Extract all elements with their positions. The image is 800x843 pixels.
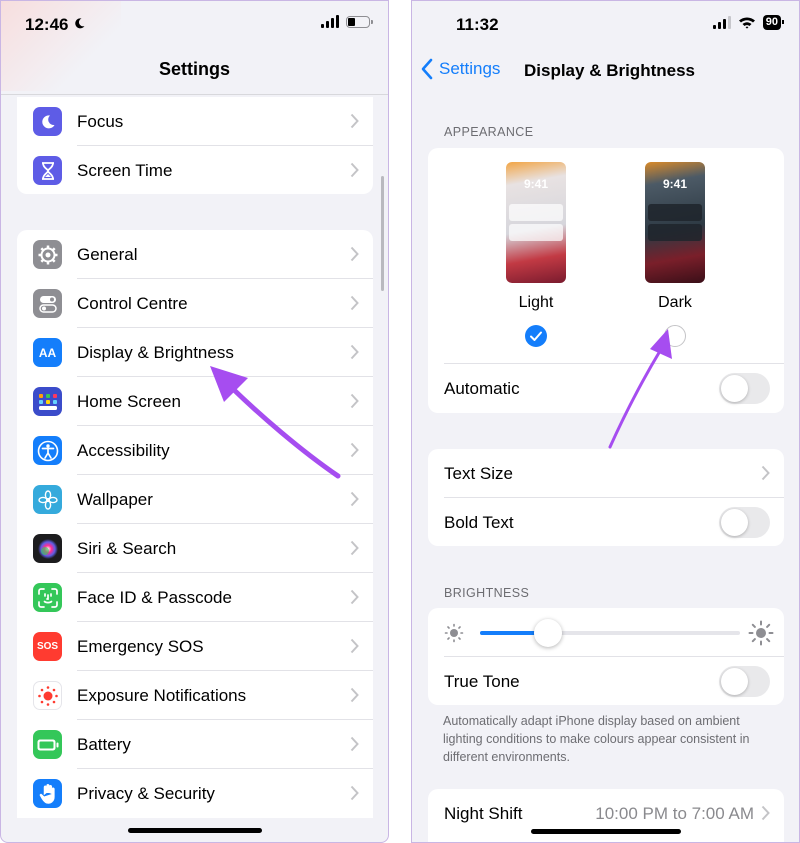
automatic-label: Automatic (444, 378, 520, 398)
chevron-left-icon (421, 58, 433, 80)
light-mode-radio[interactable] (525, 325, 547, 347)
dark-mode-preview[interactable]: 9:41 (645, 162, 705, 283)
settings-item-general[interactable]: General (17, 230, 373, 279)
dark-mode-label: Dark (658, 294, 692, 311)
text-size-row[interactable]: Text Size (428, 449, 784, 498)
accessibility-icon (33, 436, 62, 465)
settings-item-screen-time[interactable]: Screen Time (17, 146, 373, 194)
siri-icon (33, 534, 62, 563)
true-tone-toggle[interactable] (719, 666, 770, 697)
settings-item-battery[interactable]: Battery (17, 720, 373, 769)
true-tone-label: True Tone (444, 671, 520, 691)
chevron-right-icon (350, 113, 359, 129)
brightness-slider[interactable] (480, 619, 740, 647)
light-mode-preview[interactable]: 9:41 (506, 162, 566, 283)
chevron-right-icon (350, 736, 359, 752)
light-mode-label: Light (518, 294, 554, 311)
page-title: Display & Brightness (524, 61, 695, 80)
settings-item-face-id[interactable]: Face ID & Passcode (17, 573, 373, 622)
text-group: Text Size Bold Text (428, 449, 784, 546)
moon-icon (75, 18, 85, 29)
chevron-right-icon (350, 687, 359, 703)
page-title: Settings (158, 59, 230, 79)
chevron-right-icon (350, 162, 359, 178)
sun-small-icon (444, 623, 464, 643)
battery-icon (33, 730, 62, 759)
chevron-right-icon (350, 344, 359, 360)
chevron-right-icon (761, 805, 770, 821)
night-shift-label: Night Shift (444, 803, 523, 823)
automatic-toggle[interactable] (719, 373, 770, 404)
appearance-header: APPEARANCE (444, 125, 534, 139)
chevron-right-icon (761, 465, 770, 481)
checkmark-icon (530, 331, 542, 341)
sos-icon: SOS (33, 632, 62, 661)
settings-item-exposure[interactable]: Exposure Notifications (17, 671, 373, 720)
toggles-icon (33, 289, 62, 318)
display-brightness-screen: 11:32 90 Settings Display & Brightness A… (411, 0, 800, 843)
exposure-icon (33, 681, 62, 710)
status-time: 11:32 (456, 15, 499, 34)
chevron-right-icon (350, 491, 359, 507)
text-size-icon: AA (33, 338, 62, 367)
hand-icon (33, 779, 62, 808)
chevron-right-icon (350, 295, 359, 311)
battery-status-icon (346, 15, 373, 28)
brightness-group: True Tone (428, 608, 784, 705)
true-tone-row: True Tone (428, 657, 784, 706)
signal-icon (321, 15, 339, 28)
battery-status-icon: 90 (762, 15, 785, 30)
main-settings-group: General Control Centre AA Display & Brig… (17, 230, 373, 818)
back-button[interactable]: Settings (420, 58, 500, 80)
flower-icon (33, 485, 62, 514)
home-indicator (530, 829, 681, 834)
settings-item-privacy-security[interactable]: Privacy & Security (17, 769, 373, 818)
sun-large-icon (748, 620, 774, 646)
brightness-slider-thumb[interactable] (533, 619, 562, 647)
chevron-right-icon (350, 393, 359, 409)
status-bar: 11:32 90 (412, 1, 799, 49)
gear-icon (33, 240, 62, 269)
night-shift-group: Night Shift 10:00 PM to 7:00 AM (428, 789, 784, 842)
chevron-right-icon (350, 589, 359, 605)
settings-item-focus[interactable]: Focus (17, 97, 373, 146)
signal-icon (712, 16, 731, 29)
chevron-right-icon (350, 540, 359, 556)
night-shift-value: 10:00 PM to 7:00 AM (595, 803, 754, 823)
wifi-icon (738, 17, 755, 29)
app-grid-icon (33, 387, 62, 416)
status-bar: 12:46 (1, 1, 388, 49)
chevron-right-icon (350, 638, 359, 654)
home-indicator (127, 828, 262, 833)
focus-group: Focus Screen Time (17, 97, 373, 194)
bold-text-toggle[interactable] (719, 507, 770, 538)
status-time: 12:46 (25, 15, 69, 34)
annotation-arrow (210, 366, 341, 479)
back-label: Settings (439, 59, 501, 78)
hourglass-icon (33, 156, 62, 185)
chevron-right-icon (350, 785, 359, 801)
text-size-label: Text Size (444, 463, 513, 483)
true-tone-footer: Automatically adapt iPhone display based… (443, 714, 750, 764)
scrollbar[interactable] (381, 176, 384, 291)
bold-text-label: Bold Text (444, 512, 514, 532)
settings-item-siri-search[interactable]: Siri & Search (17, 524, 373, 573)
bold-text-row: Bold Text (428, 498, 784, 547)
chevron-right-icon (350, 246, 359, 262)
face-id-icon (33, 583, 62, 612)
settings-item-emergency-sos[interactable]: SOS Emergency SOS (17, 622, 373, 671)
settings-item-control-centre[interactable]: Control Centre (17, 279, 373, 328)
moon-icon (33, 107, 62, 136)
brightness-header: BRIGHTNESS (444, 586, 530, 600)
chevron-right-icon (350, 442, 359, 458)
annotation-arrow (608, 329, 672, 449)
